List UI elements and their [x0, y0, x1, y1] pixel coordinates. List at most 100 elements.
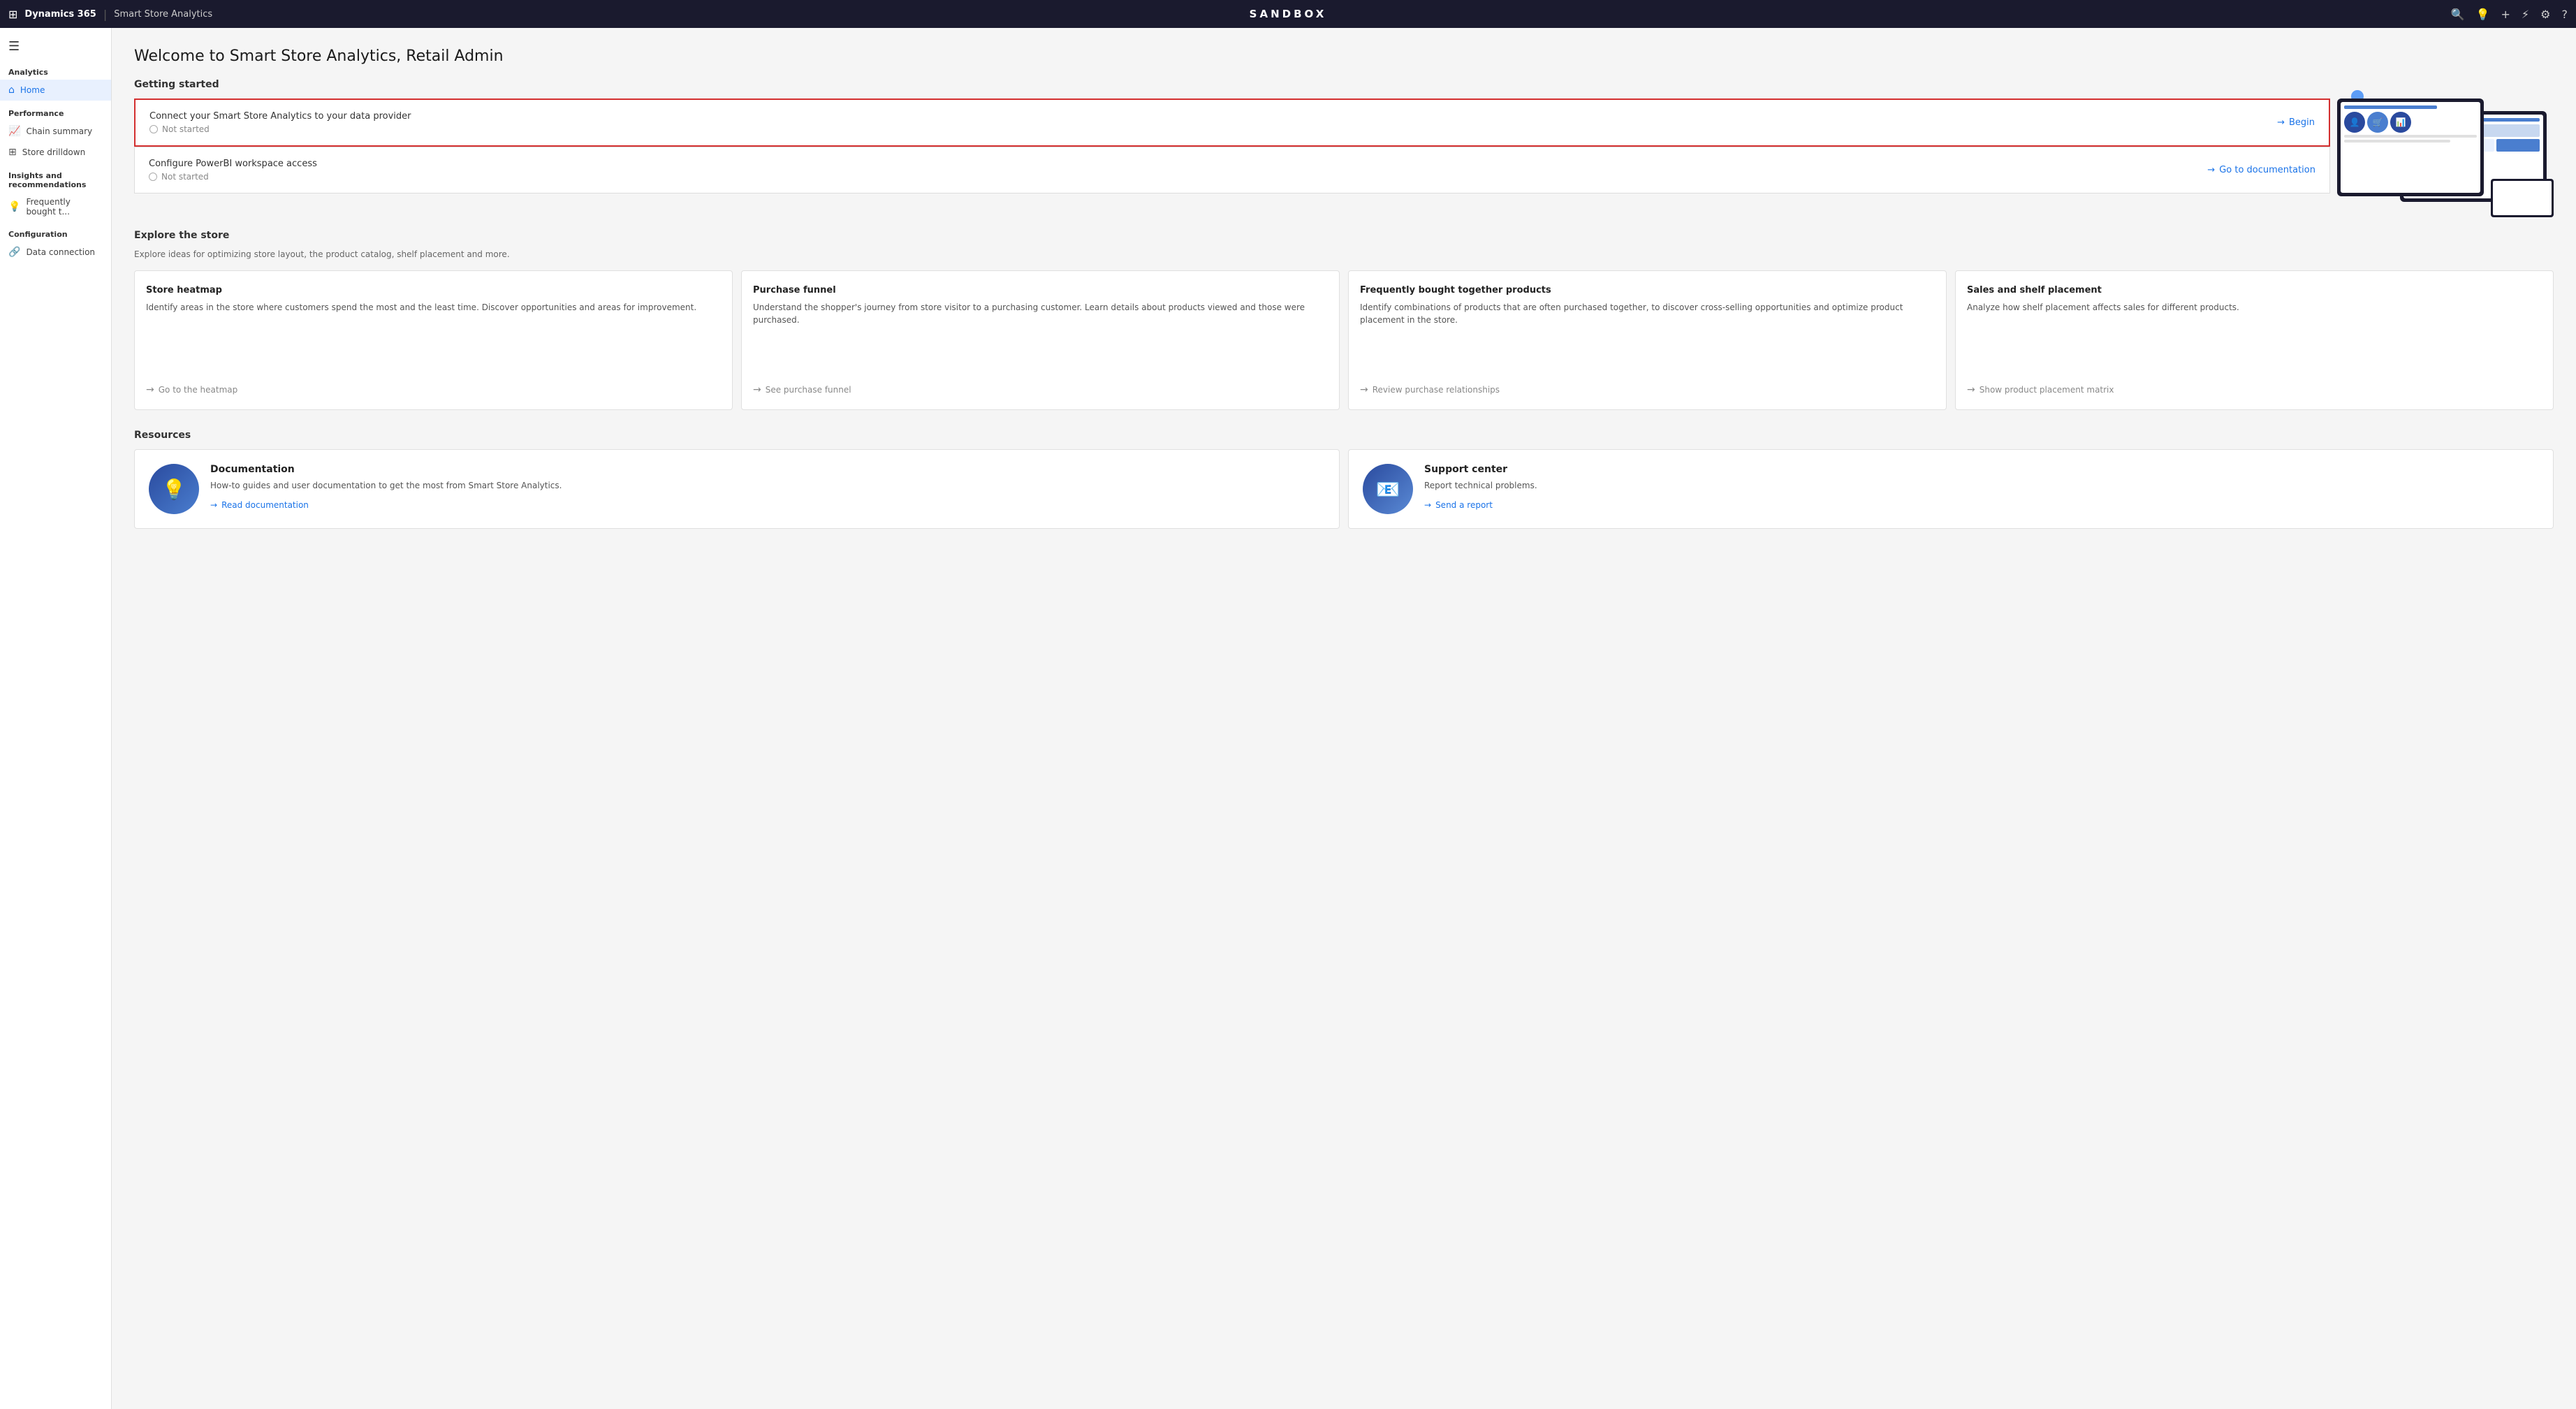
page-title: Welcome to Smart Store Analytics, Retail… [134, 48, 2554, 65]
setup-cards-container: Connect your Smart Store Analytics to yo… [134, 98, 2330, 210]
heatmap-link[interactable]: → Go to the heatmap [146, 384, 721, 395]
powerbi-card-action[interactable]: → Go to documentation [2207, 165, 2315, 175]
powerbi-status-radio [149, 173, 157, 181]
tablet-front: 👤 🛒 📊 [2337, 98, 2484, 196]
nav-right: 🔍 💡 + ⚡ ⚙ ? [2451, 8, 2568, 21]
nav-left: ⊞ Dynamics 365 | Smart Store Analytics [8, 8, 212, 21]
documentation-content: Documentation How-to guides and user doc… [210, 464, 1325, 510]
connect-status-radio [149, 125, 158, 133]
getting-started-row: Connect your Smart Store Analytics to yo… [134, 98, 2554, 210]
powerbi-card-title: Configure PowerBI workspace access [149, 159, 317, 169]
tablet-mockup: 👤 🛒 📊 [2337, 98, 2547, 210]
support-link-arrow: → [1424, 500, 1431, 510]
chain-summary-label: Chain summary [26, 126, 92, 136]
connect-card-status: Not started [149, 124, 411, 134]
main-layout: ☰ Analytics ⌂ Home Performance 📈 Chain s… [0, 28, 2576, 1409]
data-connection-label: Data connection [26, 247, 95, 257]
hamburger-icon[interactable]: ☰ [0, 34, 111, 59]
setup-card-connect-left: Connect your Smart Store Analytics to yo… [149, 111, 411, 134]
screen-block-4 [2496, 139, 2540, 152]
powerbi-action-label: Go to documentation [2219, 165, 2315, 175]
getting-started-title: Getting started [134, 79, 2554, 90]
freq-bought-link[interactable]: → Review purchase relationships [1360, 384, 1935, 395]
support-icon-symbol: 📧 [1376, 478, 1400, 501]
sandbox-label: SANDBOX [1250, 8, 1327, 20]
sidebar-item-home[interactable]: ⌂ Home [0, 80, 111, 101]
support-icon: 📧 [1363, 464, 1413, 514]
documentation-link-label: Read documentation [221, 500, 309, 510]
support-desc: Report technical problems. [1424, 479, 2539, 492]
apps-icon[interactable]: ⊞ [8, 8, 17, 21]
search-icon[interactable]: 🔍 [2451, 8, 2465, 21]
front-screen-row-1: 👤 🛒 📊 [2344, 112, 2477, 133]
tablet-front-screen: 👤 🛒 📊 [2341, 102, 2480, 193]
heatmap-desc: Identify areas in the store where custom… [146, 301, 721, 379]
getting-started-section: Getting started Connect your Smart Store… [134, 79, 2554, 210]
data-connection-icon: 🔗 [8, 247, 20, 258]
explore-section-title: Explore the store [134, 230, 2554, 241]
help-icon[interactable]: 💡 [2476, 8, 2490, 21]
resources-cards-grid: 💡 Documentation How-to guides and user d… [134, 449, 2554, 529]
resources-section: Resources 💡 Documentation How-to guides … [134, 430, 2554, 529]
frequently-bought-label: Frequently bought t... [26, 197, 103, 217]
support-content: Support center Report technical problems… [1424, 464, 2539, 510]
heatmap-link-label: Go to the heatmap [159, 385, 238, 395]
sidebar-item-chain-summary[interactable]: 📈 Chain summary [0, 121, 111, 142]
add-icon[interactable]: + [2501, 8, 2510, 21]
explore-card-purchase-funnel: Purchase funnel Understand the shopper's… [741, 270, 1340, 410]
front-screen-bar [2344, 105, 2437, 109]
funnel-link-label: See purchase funnel [766, 385, 851, 395]
performance-section-label: Performance [0, 101, 111, 121]
connect-card-title: Connect your Smart Store Analytics to yo… [149, 111, 411, 122]
sidebar-item-data-connection[interactable]: 🔗 Data connection [0, 242, 111, 263]
filter-icon[interactable]: ⚡ [2522, 8, 2529, 21]
small-tablet [2491, 179, 2554, 217]
support-link[interactable]: → Send a report [1424, 500, 2539, 510]
sales-shelf-arrow: → [1967, 384, 1975, 395]
powerbi-action-arrow: → [2207, 165, 2215, 175]
setup-card-connect: Connect your Smart Store Analytics to yo… [134, 98, 2330, 147]
explore-card-sales-shelf: Sales and shelf placement Analyze how sh… [1955, 270, 2554, 410]
funnel-link[interactable]: → See purchase funnel [753, 384, 1328, 395]
store-drilldown-icon: ⊞ [8, 147, 17, 158]
front-bar-2 [2344, 135, 2477, 138]
sidebar-item-store-drilldown[interactable]: ⊞ Store drilldown [0, 142, 111, 163]
funnel-title: Purchase funnel [753, 285, 1328, 295]
front-icon-3: 📊 [2390, 112, 2411, 133]
page-name: Smart Store Analytics [114, 9, 212, 20]
connect-action-label: Begin [2289, 117, 2315, 128]
getting-started-image: 👤 🛒 📊 [2330, 98, 2554, 210]
top-nav: ⊞ Dynamics 365 | Smart Store Analytics S… [0, 0, 2576, 28]
frequently-bought-icon: 💡 [8, 201, 20, 212]
support-title: Support center [1424, 464, 2539, 475]
settings-icon[interactable]: ⚙ [2540, 8, 2550, 21]
connect-card-action[interactable]: → Begin [2277, 117, 2315, 128]
explore-card-frequently-bought: Frequently bought together products Iden… [1348, 270, 1947, 410]
question-icon[interactable]: ? [2562, 8, 2568, 21]
sales-shelf-link-label: Show product placement matrix [1979, 385, 2114, 395]
sidebar-item-frequently-bought[interactable]: 💡 Frequently bought t... [0, 192, 111, 221]
setup-card-powerbi: Configure PowerBI workspace access Not s… [134, 147, 2330, 194]
sidebar-home-label: Home [20, 85, 45, 95]
funnel-desc: Understand the shopper's journey from st… [753, 301, 1328, 379]
front-icon-1: 👤 [2344, 112, 2365, 133]
sidebar-section-analytics: Analytics ⌂ Home [0, 59, 111, 101]
documentation-icon-symbol: 💡 [162, 478, 186, 501]
documentation-link[interactable]: → Read documentation [210, 500, 1325, 510]
small-tablet-screen [2493, 181, 2552, 215]
documentation-desc: How-to guides and user documentation to … [210, 479, 1325, 492]
front-bar-3 [2344, 140, 2450, 143]
brand-name: Dynamics 365 [24, 9, 96, 20]
explore-cards-grid: Store heatmap Identify areas in the stor… [134, 270, 2554, 410]
sales-shelf-link[interactable]: → Show product placement matrix [1967, 384, 2542, 395]
connect-action-arrow: → [2277, 117, 2285, 128]
resource-card-support: 📧 Support center Report technical proble… [1348, 449, 2554, 529]
analytics-section-label: Analytics [0, 59, 111, 80]
main-content: Welcome to Smart Store Analytics, Retail… [112, 28, 2576, 1409]
freq-bought-desc: Identify combinations of products that a… [1360, 301, 1935, 379]
freq-bought-title: Frequently bought together products [1360, 285, 1935, 295]
chain-summary-icon: 📈 [8, 126, 20, 137]
explore-section: Explore the store Explore ideas for opti… [134, 230, 2554, 410]
nav-separator: | [103, 8, 107, 21]
heatmap-title: Store heatmap [146, 285, 721, 295]
